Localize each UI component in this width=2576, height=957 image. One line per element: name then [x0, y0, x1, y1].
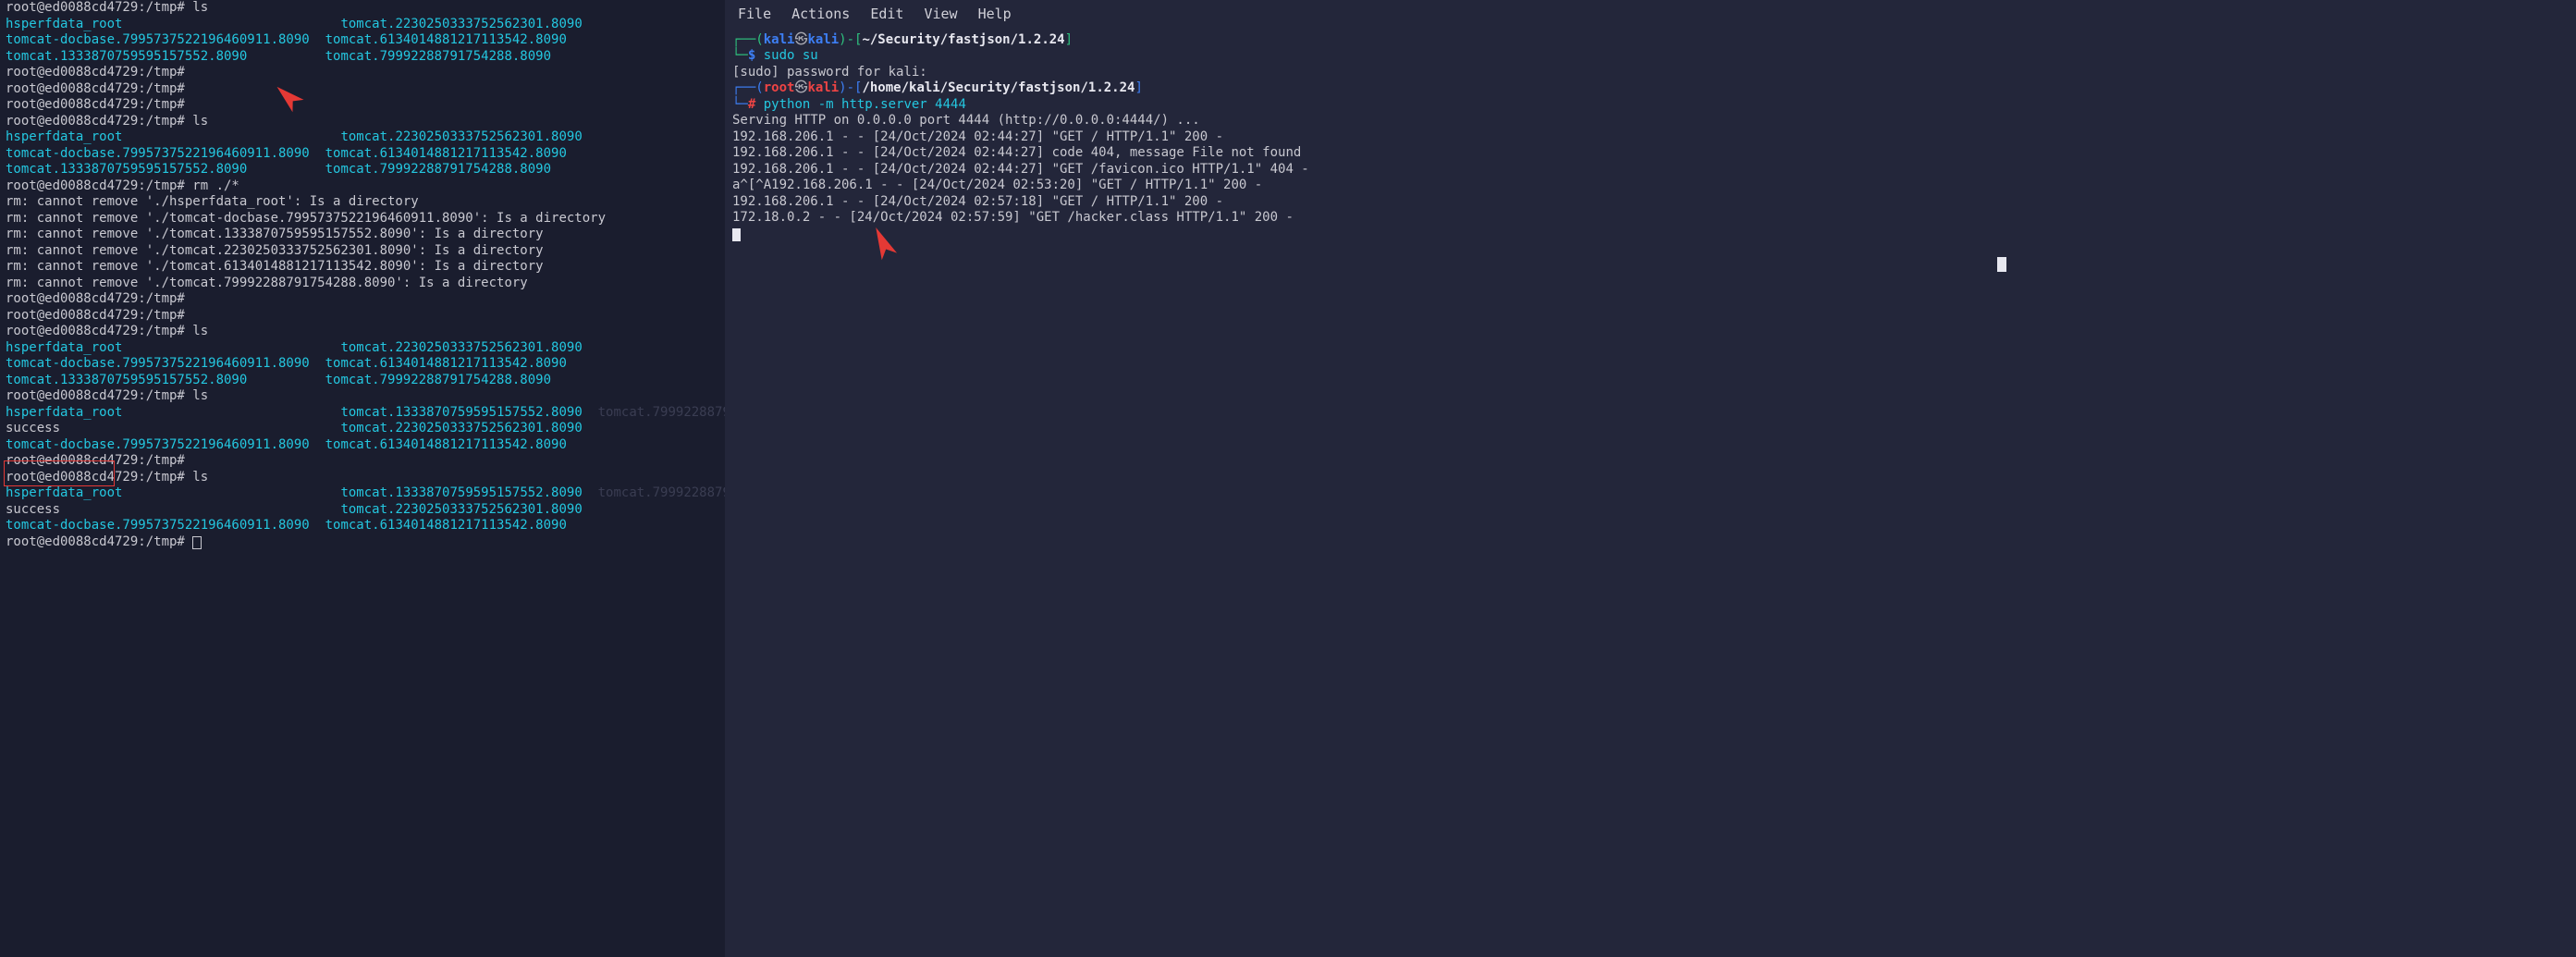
terminal-line: rm: cannot remove './tomcat.133387075959… [6, 227, 719, 243]
cursor-icon [732, 228, 741, 241]
http-log-line: 192.168.206.1 - - [24/Oct/2024 02:57:18]… [732, 194, 2569, 211]
terminal-line: hsperfdata_root tomcat.13338707595951575… [6, 405, 719, 422]
terminal-line: hsperfdata_root tomcat.13338707595951575… [6, 485, 719, 502]
terminal-line: rm: cannot remove './hsperfdata_root': I… [6, 194, 719, 211]
right-panel: File Actions Edit View Help ┌──(kali㉿kal… [725, 0, 2576, 957]
mouse-cursor-icon [1997, 257, 2006, 272]
menu-file[interactable]: File [738, 6, 771, 23]
terminal-line: tomcat-docbase.7995737522196460911.8090 … [6, 32, 719, 49]
terminal-line: root@ed0088cd4729:/tmp# [6, 81, 719, 98]
terminal-line: root@ed0088cd4729:/tmp# [6, 65, 719, 81]
http-log-line: 192.168.206.1 - - [24/Oct/2024 02:44:27]… [732, 129, 2569, 146]
terminal-line: success tomcat.2230250333752562301.8090 [6, 421, 719, 437]
menu-edit[interactable]: Edit [870, 6, 903, 23]
terminal-line: tomcat-docbase.7995737522196460911.8090 … [6, 146, 719, 163]
terminal-prompt[interactable]: root@ed0088cd4729:/tmp# [6, 534, 719, 551]
left-terminal[interactable]: root@ed0088cd4729:/tmp# ls hsperfdata_ro… [0, 0, 725, 957]
cursor-line [732, 227, 2569, 243]
server-output: Serving HTTP on 0.0.0.0 port 4444 (http:… [732, 113, 2569, 129]
terminal-line: root@ed0088cd4729:/tmp# ls [6, 0, 719, 17]
kali-prompt-line2: └─$ sudo su [732, 48, 2569, 65]
terminal-line: root@ed0088cd4729:/tmp# ls [6, 388, 719, 405]
terminal-line: root@ed0088cd4729:/tmp# [6, 97, 719, 114]
http-log-line: 192.168.206.1 - - [24/Oct/2024 02:44:27]… [732, 162, 2569, 178]
http-log-line: 172.18.0.2 - - [24/Oct/2024 02:57:59] "G… [732, 210, 2569, 227]
terminal-line: rm: cannot remove './tomcat.613401488121… [6, 259, 719, 276]
menu-view[interactable]: View [924, 6, 957, 23]
kali-root-prompt-line2: └─# python -m http.server 4444 [732, 97, 2569, 114]
terminal-line: root@ed0088cd4729:/tmp# ls [6, 114, 719, 130]
cursor-icon [192, 536, 202, 549]
kali-prompt-line1: ┌──(kali㉿kali)-[~/Security/fastjson/1.2.… [732, 32, 2569, 49]
terminal-line: hsperfdata_root tomcat.22302503337525623… [6, 340, 719, 357]
terminal-line: hsperfdata_root tomcat.22302503337525623… [6, 129, 719, 146]
terminal-line: root@ed0088cd4729:/tmp# [6, 453, 719, 470]
kali-root-prompt-line1: ┌──(root㉿kali)-[/home/kali/Security/fast… [732, 80, 2569, 97]
terminal-line: tomcat.1333870759595157552.8090 tomcat.7… [6, 373, 719, 389]
terminal-line: tomcat.1333870759595157552.8090 tomcat.7… [6, 162, 719, 178]
terminal-line: root@ed0088cd4729:/tmp# ls [6, 470, 719, 486]
http-log-line: a^[^A192.168.206.1 - - [24/Oct/2024 02:5… [732, 178, 2569, 194]
terminal-line: root@ed0088cd4729:/tmp# [6, 308, 719, 325]
right-terminal[interactable]: ┌──(kali㉿kali)-[~/Security/fastjson/1.2.… [725, 29, 2576, 247]
terminal-line: rm: cannot remove './tomcat.799922887917… [6, 276, 719, 292]
sudo-prompt: [sudo] password for kali: [732, 65, 2569, 81]
terminal-line: root@ed0088cd4729:/tmp# rm ./* [6, 178, 719, 195]
terminal-line: root@ed0088cd4729:/tmp# ls [6, 324, 719, 340]
terminal-line: hsperfdata_root tomcat.22302503337525623… [6, 17, 719, 33]
menu-actions[interactable]: Actions [791, 6, 850, 23]
terminal-line: tomcat.1333870759595157552.8090 tomcat.7… [6, 49, 719, 66]
terminal-line: root@ed0088cd4729:/tmp# [6, 291, 719, 308]
http-log-line: 192.168.206.1 - - [24/Oct/2024 02:44:27]… [732, 145, 2569, 162]
terminal-line: rm: cannot remove './tomcat-docbase.7995… [6, 211, 719, 227]
terminal-line: tomcat-docbase.7995737522196460911.8090 … [6, 356, 719, 373]
terminal-line: success tomcat.2230250333752562301.8090 [6, 502, 719, 519]
terminal-line: tomcat-docbase.7995737522196460911.8090 … [6, 437, 719, 454]
terminal-line: rm: cannot remove './tomcat.223025033375… [6, 243, 719, 260]
menu-help[interactable]: Help [978, 6, 1012, 23]
menubar: File Actions Edit View Help [725, 0, 2576, 29]
terminal-line: tomcat-docbase.7995737522196460911.8090 … [6, 518, 719, 534]
